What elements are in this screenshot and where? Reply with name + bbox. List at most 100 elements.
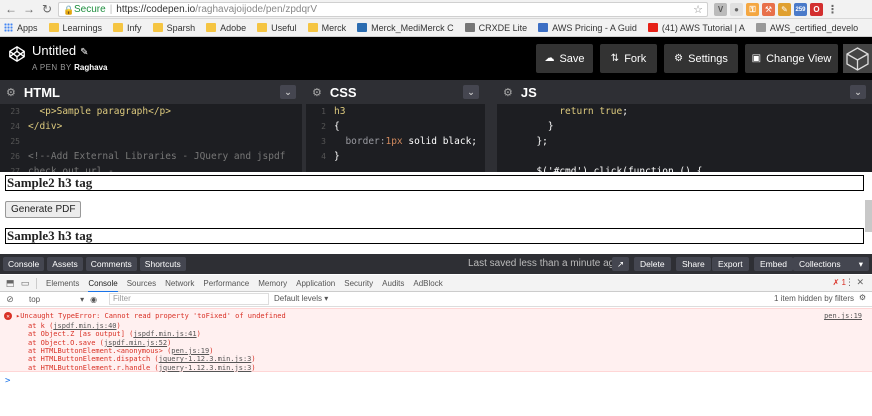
console-button[interactable]: Console <box>3 257 45 271</box>
assets-button[interactable]: Assets <box>47 257 83 271</box>
devtools-tab-security[interactable]: Security <box>344 279 373 288</box>
bookmarks-bar: Apps Learnings Infy Sparsh Adobe Useful Merck M… <box>0 19 872 37</box>
inspect-icon[interactable]: ⬒ <box>5 278 15 288</box>
address-bar[interactable]: 🔒 Secure | https://codepen.io/raghavajoi… <box>58 2 708 17</box>
back-arrow-icon[interactable]: ← <box>4 2 18 16</box>
stack-frame-link[interactable]: jspdf.min.js:52 <box>104 339 167 347</box>
gear-icon: ⚙ <box>674 53 684 64</box>
gear-icon[interactable]: ⚙ <box>6 86 16 99</box>
devtools-menu-icon[interactable]: ⋮ ✕ <box>845 277 864 288</box>
embed-button[interactable]: Embed <box>754 257 793 271</box>
bookmark-item[interactable]: Infy <box>113 23 142 33</box>
error-source-link[interactable]: pen.js:19 <box>824 312 862 320</box>
bookmark-item[interactable]: AWS Pricing - A Guid <box>538 23 637 33</box>
bookmark-item[interactable]: Sparsh <box>152 23 195 33</box>
gear-icon[interactable]: ⚙ <box>312 86 322 99</box>
devtools-tab-adblock[interactable]: AdBlock <box>413 279 442 288</box>
bookmark-label: Merck_MediMerck C <box>371 22 454 33</box>
extension-badge-icon[interactable]: 259 <box>794 3 807 16</box>
js-code[interactable]: return true; } }; $('#cmd').click(functi… <box>497 104 872 172</box>
gear-icon[interactable]: ⚙ <box>503 86 513 99</box>
extension-tool-icon[interactable]: ⚒ <box>762 3 775 16</box>
pencil-icon[interactable]: ✎ <box>80 47 88 58</box>
clear-console-icon[interactable]: ⊘ <box>5 294 15 304</box>
pen-title[interactable]: Untitled ✎ <box>32 43 88 58</box>
stack-frame-link[interactable]: jquery-1.12.3.min.js:3 <box>159 364 252 372</box>
css-editor[interactable]: ⚙ CSS ⌄ 1 h3 2{3 border:1px solid black; 4} <box>306 80 485 172</box>
bookmark-star-icon[interactable]: ☆ <box>693 3 703 16</box>
extension-v-icon[interactable]: V <box>714 3 727 16</box>
bookmark-item[interactable]: (41) AWS Tutorial | A <box>647 23 745 33</box>
context-selector[interactable]: top <box>29 295 40 304</box>
reload-icon[interactable]: ↻ <box>40 2 54 16</box>
shortcuts-button[interactable]: Shortcuts <box>139 257 186 271</box>
open-external-icon[interactable]: ↗ <box>612 257 629 271</box>
bookmark-item[interactable]: Adobe <box>206 23 246 33</box>
stack-frame: at HTMLButtonElement.dispatch (jquery-1.… <box>28 355 256 363</box>
device-toggle-icon[interactable]: ▭ <box>20 278 30 288</box>
code-text: <p>Sample paragraph</p> <box>28 106 171 117</box>
bookmark-item[interactable]: CRXDE Lite <box>464 23 527 33</box>
devtools-tab-memory[interactable]: Memory <box>258 279 287 288</box>
codepen-logo-icon[interactable] <box>8 45 26 63</box>
collections-dropdown[interactable]: Collections ▾ <box>793 257 869 271</box>
log-levels-dropdown[interactable]: Default levels ▾ <box>274 294 328 303</box>
code-line: 3 border:1px solid black; <box>306 134 485 149</box>
pane-divider[interactable] <box>485 80 497 172</box>
devtools-tab-console[interactable]: Console <box>88 279 118 293</box>
forward-arrow-icon[interactable]: → <box>22 2 36 16</box>
apps-grid-icon <box>4 23 13 32</box>
author-name[interactable]: Raghava <box>74 63 107 72</box>
change-view-button[interactable]: ▣ Change View <box>745 44 838 73</box>
devtools-tab-audits[interactable]: Audits <box>382 279 404 288</box>
browser-menu-icon[interactable]: ⋮ <box>826 3 839 16</box>
error-message[interactable]: ▸Uncaught TypeError: Cannot read propert… <box>16 312 286 320</box>
console-settings-gear-icon[interactable]: ⚙ <box>859 293 866 302</box>
stack-frame-link[interactable]: pen.js:19 <box>171 347 209 355</box>
opera-icon[interactable]: O <box>810 3 823 16</box>
codepen-footer: Console Assets Comments Shortcuts Last s… <box>0 254 872 274</box>
devtools-tab-sources[interactable]: Sources <box>127 279 156 288</box>
devtools-tab-network[interactable]: Network <box>165 279 194 288</box>
settings-button[interactable]: ⚙ Settings <box>664 44 738 73</box>
share-button[interactable]: Share <box>676 257 711 271</box>
console-prompt[interactable]: > <box>5 376 10 386</box>
devtools-tab-performance[interactable]: Performance <box>203 279 249 288</box>
eye-icon[interactable]: ◉ <box>90 295 97 304</box>
save-button[interactable]: ☁ Save <box>536 44 593 73</box>
bookmark-item[interactable]: Learnings <box>48 23 102 33</box>
tab-separator <box>36 277 37 289</box>
bookmark-item[interactable]: Apps <box>4 23 38 33</box>
stack-frame-link[interactable]: jspdf.min.js:40 <box>53 322 116 330</box>
fork-button[interactable]: ⇅ Fork <box>600 44 657 73</box>
bookmark-item[interactable]: AWS_certified_develo <box>755 23 858 33</box>
avatar[interactable] <box>843 44 872 73</box>
generate-pdf-button[interactable]: Generate PDF <box>5 201 82 218</box>
chevron-down-icon[interactable]: ⌄ <box>280 85 296 99</box>
stack-frame-link[interactable]: jspdf.min.js:41 <box>133 330 196 338</box>
bookmark-item[interactable]: Useful <box>257 23 297 33</box>
export-button[interactable]: Export <box>712 257 749 271</box>
devtools-tab-application[interactable]: Application <box>296 279 335 288</box>
devtools-tab-elements[interactable]: Elements <box>46 279 79 288</box>
extension-key-icon[interactable]: ⚿ <box>746 3 759 16</box>
extension-circle-icon[interactable]: ● <box>730 3 743 16</box>
css-code[interactable]: 1 h3 2{3 border:1px solid black; 4} <box>306 104 485 172</box>
chevron-down-icon[interactable]: ⌄ <box>850 85 866 99</box>
preview-scrollbar[interactable] <box>865 200 872 232</box>
merck-x-icon <box>357 23 368 32</box>
stack-frame-link[interactable]: jquery-1.12.3.min.js:3 <box>159 355 252 363</box>
chevron-down-icon[interactable]: ⌄ <box>463 85 479 99</box>
extension-paint-icon[interactable]: ✎ <box>778 3 791 16</box>
comments-button[interactable]: Comments <box>85 257 137 271</box>
delete-button[interactable]: Delete <box>634 257 671 271</box>
html-editor[interactable]: ⚙ HTML ⌄ 23 <p>Sample paragraph</p> 24 </d… <box>0 80 302 172</box>
bookmark-item[interactable]: Merck_MediMerck C <box>357 23 454 33</box>
stack-frame: at Object.O.save (jspdf.min.js:52) <box>28 339 171 347</box>
console-filter-input[interactable]: Filter <box>109 293 269 305</box>
stack-frame-text: at HTMLButtonElement.dispatch ( <box>28 355 159 364</box>
js-editor[interactable]: ⚙ JS ⌄ return true; } }; $('#cmd').click… <box>497 80 872 172</box>
html-code[interactable]: 23 <p>Sample paragraph</p> 24 </div> 25 26 <!… <box>0 104 302 172</box>
stack-frame-text: at HTMLButtonElement.r.handle ( <box>28 363 159 372</box>
bookmark-item[interactable]: Merck <box>307 23 346 33</box>
